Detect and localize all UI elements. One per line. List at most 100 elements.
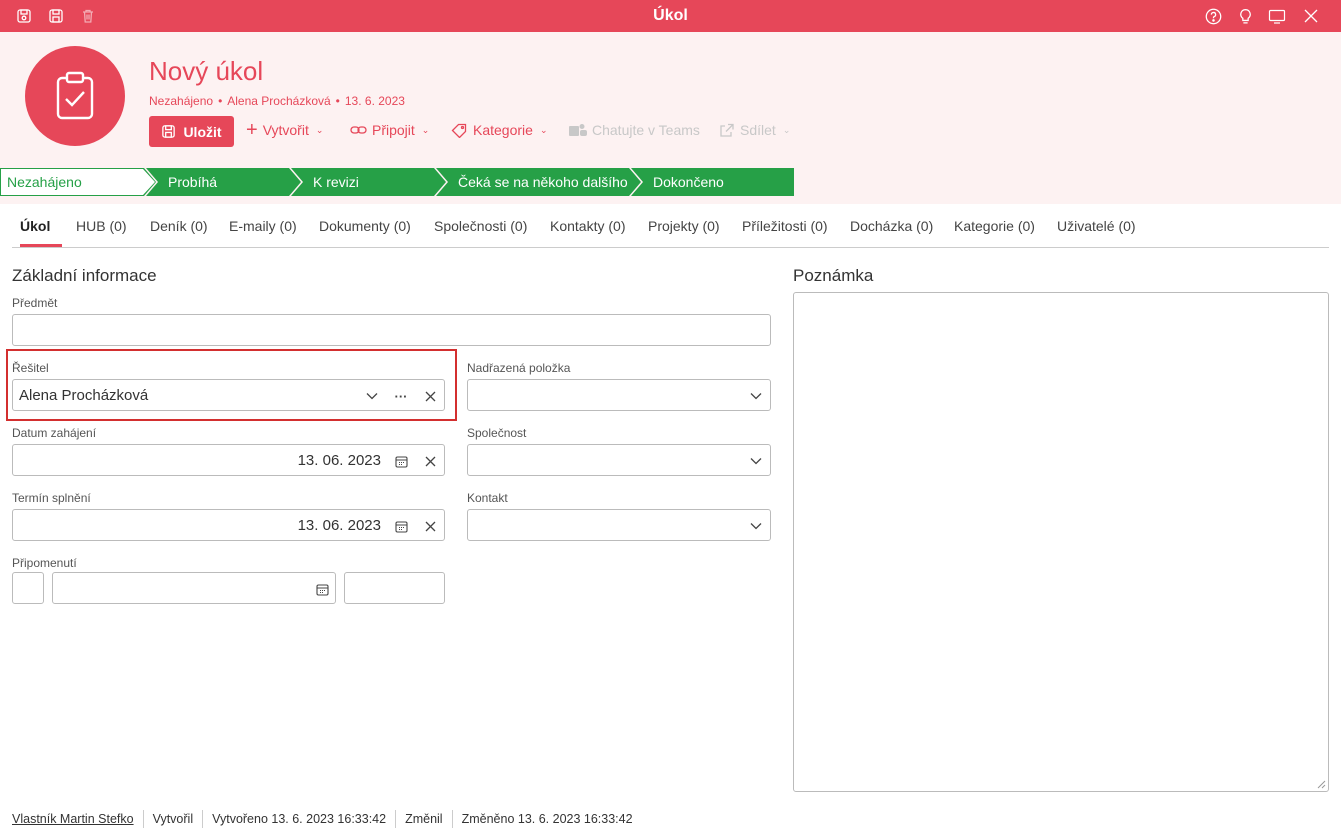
due-date-value: 13. 06. 2023 — [297, 517, 381, 534]
lightbulb-icon[interactable] — [1235, 6, 1255, 26]
tab-users[interactable]: Uživatelé (0) — [1057, 218, 1136, 234]
tab-contacts[interactable]: Kontakty (0) — [550, 218, 625, 234]
create-button[interactable]: + Vytvořit ⌄ — [246, 119, 324, 141]
divider — [142, 810, 144, 828]
note-textarea[interactable] — [793, 292, 1329, 792]
modified-text: Změněno 13. 6. 2023 16:33:42 — [461, 812, 633, 826]
window-title: Úkol — [653, 7, 688, 24]
save-button[interactable]: Uložit — [149, 116, 234, 147]
calendar-icon[interactable] — [314, 581, 330, 597]
delete-icon[interactable] — [78, 6, 98, 26]
calendar-icon[interactable] — [393, 518, 409, 534]
attach-button[interactable]: Připojit ⌄ — [350, 122, 429, 138]
tab-attendance[interactable]: Docházka (0) — [850, 218, 933, 234]
assignee-value: Alena Procházková — [19, 387, 149, 404]
tab-emails[interactable]: E-maily (0) — [229, 218, 297, 234]
chevron-down-icon[interactable] — [364, 388, 380, 404]
stage-bar: Nezahájeno Probíhá K revizi Čeká se na n… — [0, 168, 794, 196]
tab-documents[interactable]: Dokumenty (0) — [319, 218, 411, 234]
category-label: Kategorie — [473, 122, 533, 138]
chevron-down-icon[interactable] — [748, 518, 764, 534]
created-text: Vytvořeno 13. 6. 2023 16:33:42 — [212, 812, 387, 826]
subject-label: Předmět — [12, 296, 58, 310]
teams-icon — [569, 123, 587, 136]
close-icon[interactable] — [1301, 6, 1321, 26]
tab-bar: Úkol HUB (0) Deník (0) E-maily (0) Dokum… — [12, 204, 1329, 248]
clear-icon[interactable] — [422, 518, 438, 534]
section-title: Základní informace — [12, 266, 157, 285]
owner-text: Alena Procházková — [227, 94, 331, 108]
start-date-label: Datum zahájení — [12, 426, 97, 440]
due-date-label: Termín splnění — [12, 491, 91, 505]
divider — [202, 810, 204, 828]
stage-review[interactable]: K revizi — [291, 168, 446, 196]
modified-by-text: Změnil — [405, 812, 443, 826]
more-icon[interactable]: ··· — [393, 388, 409, 404]
chevron-down-icon: ⌄ — [421, 124, 430, 135]
share-button[interactable]: Sdílet ⌄ — [719, 122, 790, 138]
tag-icon — [451, 123, 467, 138]
tab-categories[interactable]: Kategorie (0) — [954, 218, 1035, 234]
teams-label: Chatujte v Teams — [592, 122, 700, 138]
link-icon — [350, 126, 367, 134]
tab-hub[interactable]: HUB (0) — [76, 218, 127, 234]
stage-label: Dokončeno — [653, 174, 724, 190]
reminder-time-field[interactable] — [344, 572, 445, 604]
monitor-icon[interactable] — [1267, 6, 1287, 26]
active-tab-underline — [20, 244, 62, 247]
parent-field[interactable] — [467, 379, 771, 411]
stage-waiting[interactable]: Čeká se na někoho dalšího — [436, 168, 641, 196]
stage-done[interactable]: Dokončeno — [631, 168, 794, 196]
stage-in-progress[interactable]: Probíhá — [146, 168, 301, 196]
owner-link[interactable]: Vlastník Martin Stefko — [12, 812, 134, 826]
clear-icon[interactable] — [422, 453, 438, 469]
tab-projects[interactable]: Projekty (0) — [648, 218, 720, 234]
chevron-down-icon: ⌄ — [782, 124, 791, 135]
note-title: Poznámka — [793, 266, 874, 285]
subject-field[interactable] — [12, 314, 771, 346]
record-title: Nový úkol — [149, 56, 264, 86]
chevron-down-icon: ⌄ — [315, 124, 324, 135]
parent-label: Nadřazená položka — [467, 361, 571, 375]
meta-separator: • — [218, 94, 223, 108]
chevron-down-icon[interactable] — [748, 388, 764, 404]
share-label: Sdílet — [740, 122, 776, 138]
help-icon[interactable] — [1203, 6, 1223, 26]
stage-label: Probíhá — [168, 174, 218, 190]
save-close-icon[interactable] — [46, 6, 66, 26]
company-field[interactable] — [467, 444, 771, 476]
tab-task[interactable]: Úkol — [20, 218, 50, 234]
chevron-down-icon[interactable] — [748, 453, 764, 469]
status-text: Nezahájeno — [149, 94, 214, 108]
resize-handle-icon[interactable] — [1317, 780, 1326, 789]
share-icon — [720, 123, 734, 137]
start-date-field[interactable]: 13. 06. 2023 — [12, 444, 445, 476]
tab-companies[interactable]: Společnosti (0) — [434, 218, 527, 234]
stage-label: K revizi — [313, 174, 359, 190]
divider — [451, 810, 453, 828]
stage-label: Čeká se na někoho dalšího — [458, 174, 628, 190]
company-label: Společnost — [467, 426, 527, 440]
save-icon[interactable] — [14, 6, 34, 26]
assignee-field[interactable]: Alena Procházková ··· — [12, 379, 445, 411]
chevron-down-icon: ⌄ — [539, 124, 548, 135]
due-date-field[interactable]: 13. 06. 2023 — [12, 509, 445, 541]
date-text: 13. 6. 2023 — [344, 94, 405, 108]
plus-icon: + — [246, 119, 258, 141]
reminder-date-field[interactable] — [52, 572, 336, 604]
contact-field[interactable] — [467, 509, 771, 541]
reminder-checkbox[interactable] — [12, 572, 44, 604]
calendar-icon[interactable] — [393, 453, 409, 469]
start-date-value: 13. 06. 2023 — [297, 452, 381, 469]
stage-not-started[interactable]: Nezahájeno — [0, 168, 156, 196]
tab-diary[interactable]: Deník (0) — [150, 218, 208, 234]
save-icon — [162, 125, 176, 138]
clear-icon[interactable] — [422, 388, 438, 404]
tab-opportunities[interactable]: Příležitosti (0) — [742, 218, 828, 234]
reminder-label: Připomenutí — [12, 556, 77, 570]
task-avatar — [25, 46, 125, 146]
teams-chat-button[interactable]: Chatujte v Teams — [569, 122, 700, 138]
category-button[interactable]: Kategorie ⌄ — [451, 122, 547, 138]
stage-label: Nezahájeno — [7, 174, 82, 190]
clipboard-check-icon — [56, 71, 94, 120]
